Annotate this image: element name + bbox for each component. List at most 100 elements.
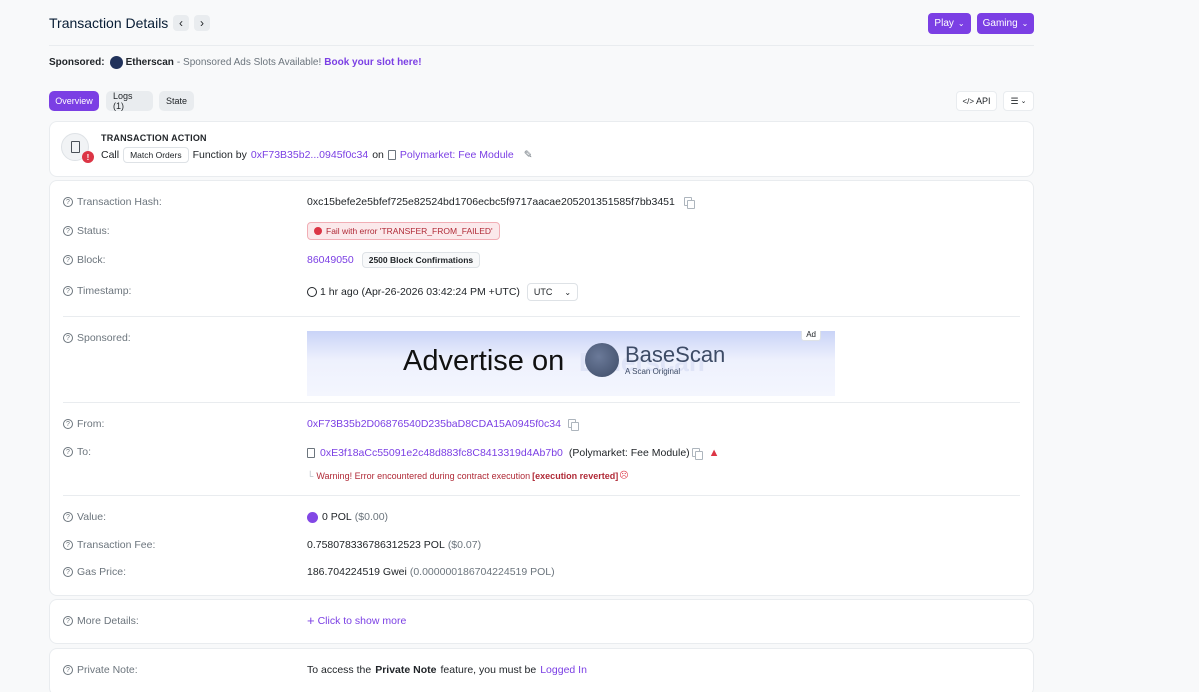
block-row-label: ? Block: [63,254,106,266]
code-icon: </> [962,96,975,106]
value-row-value: 0 POL ($0.00) [307,511,388,523]
status-row-label: ? Status: [63,225,110,237]
action-icon: ! [61,133,94,163]
tab-state[interactable]: State [159,91,194,111]
list-icon: ☰ [1010,95,1019,106]
hash-label: Transaction Hash: [77,196,162,208]
help-icon: ? [63,512,73,522]
timestamp-label: Timestamp: [77,285,132,297]
chevron-down-icon: ⌄ [564,287,572,297]
section-divider [63,495,1020,496]
help-icon: ? [63,419,73,429]
basescan-logo-icon [585,343,619,377]
from-row-value: 0xF73B35b2D06876540D235baD8CDA15A0945f0c… [307,418,579,431]
copy-icon[interactable] [691,448,703,460]
value-row-label: ? Value: [63,511,106,523]
error-icon: ! [82,151,94,163]
ad-tag: Ad [801,331,821,341]
fee-usd: ($0.07) [447,539,482,551]
help-icon: ? [63,197,73,207]
status-badge: Fail with error 'TRANSFER_FROM_FAILED' [307,222,500,240]
fee-row-value: 0.758078336786312523 POL ($0.07) [307,539,481,551]
help-icon: ? [63,286,73,296]
to-address-link[interactable]: 0xE3f18aCc55091e2c48d883fc8C8413319d4Ab7… [320,447,563,459]
from-address-link[interactable]: 0xF73B35b2D06876540D235baD8CDA15A0945f0c… [307,418,561,430]
action-call: Call [101,149,120,161]
section-divider [63,402,1020,403]
sponsored-row-label: ? Sponsored: [63,332,131,344]
from-row-label: ? From: [63,418,104,430]
to-label: To: [77,446,92,458]
prev-transaction-button[interactable]: ‹ [173,15,189,31]
hash-row-label: ? Transaction Hash: [63,196,162,208]
tree-connector: └ [307,470,314,481]
ad-brand: BaseScan [625,342,726,367]
sponsor-text: - Sponsored Ads Slots Available! [176,57,322,68]
timestamp-row-value: 1 hr ago (Apr-26-2026 03:42:24 PM +UTC) … [307,283,579,301]
sponsor-brand: Etherscan [125,57,174,68]
sponsored-label: Sponsored: [49,57,105,68]
help-icon: ? [63,540,73,550]
ad-banner[interactable]: Etherscan Advertise on BaseScan A Scan O… [307,331,835,396]
note-row-label: ? Private Note: [63,664,138,676]
gaming-dropdown-button[interactable]: Gaming ⌄ [977,13,1034,34]
note-row-value: To access the Private Note feature, you … [307,664,587,676]
gas-row-label: ? Gas Price: [63,566,126,578]
tab-logs[interactable]: Logs (1) [106,91,153,111]
book-slot-link[interactable]: Book your slot here! [324,57,421,68]
action-title: TRANSACTION ACTION [101,133,207,143]
from-label: From: [77,418,105,430]
timestamp-row-label: ? Timestamp: [63,285,131,297]
ad-sub: A Scan Original [625,367,681,376]
more-row-label: ? More Details: [63,615,139,627]
method-badge: Match Orders [123,147,189,163]
sponsored-row-text: Sponsored: [77,332,131,344]
warning-triangle-icon: ▲ [708,447,720,459]
block-label: Block: [77,254,106,266]
show-more-link[interactable]: + Click to show more [307,614,407,627]
status-text: Fail with error 'TRANSFER_FROM_FAILED' [326,226,493,236]
action-function-by: Function by [192,149,247,161]
action-description: Call Match Orders Function by 0xF73B35b2… [101,147,533,163]
help-icon: ? [63,333,73,343]
more-details-card [49,599,1034,644]
status-label: Status: [77,225,110,237]
copy-icon[interactable] [567,419,579,431]
action-contract-link[interactable]: Polymarket: Fee Module [400,149,514,161]
show-more-text: Click to show more [317,615,407,627]
to-row-value: 0xE3f18aCc55091e2c48d883fc8C8413319d4Ab7… [307,447,720,460]
chevron-down-icon: ⌄ [1020,98,1027,105]
api-label: API [976,96,991,106]
help-icon: ? [63,665,73,675]
play-dropdown-button[interactable]: Play ⌄ [928,13,971,34]
fee-row-label: ? Transaction Fee: [63,539,155,551]
action-address-link[interactable]: 0xF73B35b2...0945f0c34 [251,149,368,161]
edit-pencil-icon[interactable]: ✎ [524,149,533,161]
login-link[interactable]: Logged In [540,664,587,676]
help-icon: ? [63,447,73,457]
value-usd: ($0.00) [354,511,389,523]
transaction-hash: 0xc15befe2e5bfef725e82524bd1706ecbc5f971… [307,196,675,208]
timezone-select[interactable]: UTC ⌄ [526,283,579,301]
view-options-button[interactable]: ☰ ⌄ [1003,91,1034,111]
note-middle: feature, you must be [440,664,537,676]
value-label: Value: [77,511,106,523]
pol-token-icon [307,511,318,523]
api-button[interactable]: </> API [956,91,997,111]
help-icon: ? [63,255,73,265]
note-label: Private Note: [77,664,138,676]
next-transaction-button[interactable]: › [194,15,210,31]
copy-icon[interactable] [683,197,695,209]
sponsored-bar: Sponsored: Etherscan - Sponsored Ads Slo… [49,56,422,69]
document-icon [71,141,80,153]
tab-overview[interactable]: Overview [49,91,99,111]
gas-amount: 186.704224519 Gwei [307,566,407,578]
timezone-value: UTC [533,287,553,297]
contract-file-icon [387,150,396,160]
gaming-label: Gaming [982,18,1018,29]
block-number-link[interactable]: 86049050 [307,254,354,266]
status-row-value: Fail with error 'TRANSFER_FROM_FAILED' [307,222,500,240]
clock-icon [307,287,317,297]
gas-row-value: 186.704224519 Gwei (0.000000186704224519… [307,566,555,578]
to-row-label: ? To: [63,446,91,458]
